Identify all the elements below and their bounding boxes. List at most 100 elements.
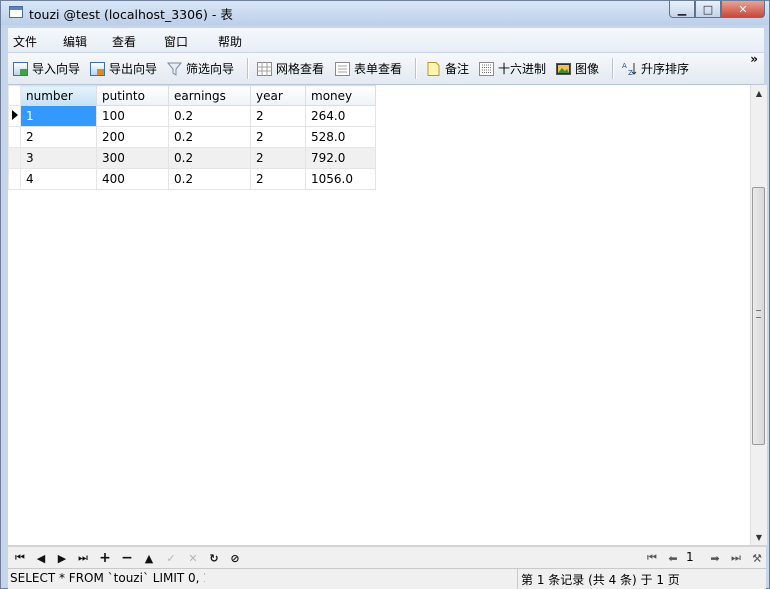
edit-record-icon[interactable]: ▲	[141, 550, 157, 566]
table-cell[interactable]: 200	[96, 126, 169, 148]
column-header-earnings[interactable]: earnings	[168, 85, 251, 106]
table-row[interactable]: 3 300 0.2 2 792.0	[8, 147, 376, 169]
data-table: number putinto earnings year money 1 100…	[8, 85, 376, 190]
row-indicator-header	[8, 85, 21, 106]
table-cell[interactable]: 0.2	[168, 105, 251, 127]
window-title: touzi @test (localhost_3306) - 表	[29, 7, 233, 22]
memo-button[interactable]: 备注	[426, 60, 469, 77]
table-cell[interactable]: 2	[20, 126, 97, 148]
stop-icon[interactable]: ⊘	[227, 550, 243, 566]
row-indicator	[8, 147, 21, 169]
toolbar-overflow-chevron-icon[interactable]: »	[750, 53, 758, 66]
form-view-label: 表单查看	[354, 62, 403, 76]
table-cell[interactable]: 0.2	[168, 126, 251, 148]
apply-changes-icon[interactable]: ✓	[163, 550, 179, 566]
vertical-scrollbar[interactable]: ▲ ▼	[750, 85, 767, 545]
next-record-icon[interactable]: ▶	[54, 550, 70, 566]
scrollbar-thumb[interactable]	[752, 187, 765, 445]
scroll-up-arrow-icon[interactable]: ▲	[751, 85, 767, 101]
filter-icon	[166, 62, 183, 76]
grid-view-button[interactable]: 网格查看	[257, 60, 324, 77]
import-wizard-label: 导入向导	[32, 62, 81, 76]
menu-view[interactable]: 查看	[112, 33, 136, 50]
table-row[interactable]: 1 100 0.2 2 264.0	[8, 105, 376, 127]
table-cell[interactable]: 4	[20, 168, 97, 190]
table-cell[interactable]: 1	[20, 105, 97, 127]
toolbar-separator	[247, 58, 249, 79]
maximize-button[interactable]: □	[695, 1, 721, 18]
settings-tools-icon[interactable]: ⚒	[749, 550, 765, 566]
add-record-icon[interactable]: +	[97, 550, 113, 566]
menu-file[interactable]: 文件	[13, 33, 37, 50]
table-cell[interactable]: 528.0	[305, 126, 376, 148]
table-cell[interactable]: 300	[96, 147, 169, 169]
grid-view-label: 网格查看	[276, 62, 325, 76]
table-cell[interactable]: 1056.0	[305, 168, 376, 190]
app-window: touzi @test (localhost_3306) - 表 ▁ □ ✕ 文…	[0, 0, 770, 589]
table-cell[interactable]: 0.2	[168, 147, 251, 169]
delete-record-icon[interactable]: −	[119, 550, 135, 566]
table-cell[interactable]: 3	[20, 147, 97, 169]
previous-page-icon[interactable]: ⬅	[665, 550, 681, 566]
scroll-down-arrow-icon[interactable]: ▼	[751, 529, 767, 545]
memo-label: 备注	[445, 62, 470, 76]
status-bar: SELECT * FROM `touzi` LIMIT 0, 1000 第 1 …	[8, 568, 766, 589]
table-row[interactable]: 4 400 0.2 2 1056.0	[8, 168, 376, 190]
data-grid[interactable]: number putinto earnings year money 1 100…	[8, 85, 750, 545]
export-icon	[90, 61, 105, 76]
menu-edit[interactable]: 编辑	[63, 33, 87, 50]
first-record-icon[interactable]: ⏮	[12, 550, 28, 566]
row-indicator	[8, 126, 21, 148]
export-wizard-button[interactable]: 导出向导	[90, 60, 157, 77]
column-header-putinto[interactable]: putinto	[96, 85, 169, 106]
refresh-icon[interactable]: ↻	[206, 550, 222, 566]
sort-ascending-icon: AZ	[622, 62, 637, 77]
image-button[interactable]: 图像	[556, 60, 599, 77]
menu-window[interactable]: 窗口	[164, 33, 188, 50]
grid-icon	[257, 61, 272, 76]
row-indicator	[8, 168, 21, 190]
table-cell[interactable]: 2	[250, 126, 306, 148]
next-page-icon[interactable]: ➡	[707, 550, 723, 566]
previous-record-icon[interactable]: ◀	[33, 550, 49, 566]
toolbar-separator	[612, 58, 614, 79]
sort-ascending-button[interactable]: AZ 升序排序	[622, 60, 689, 77]
title-bar[interactable]: touzi @test (localhost_3306) - 表 ▁ □ ✕	[1, 1, 769, 25]
column-header-money[interactable]: money	[305, 85, 376, 106]
last-page-icon[interactable]: ⏭	[728, 550, 744, 566]
table-cell[interactable]: 0.2	[168, 168, 251, 190]
table-row[interactable]: 2 200 0.2 2 528.0	[8, 126, 376, 148]
table-cell[interactable]: 100	[96, 105, 169, 127]
toolbar-separator	[415, 58, 417, 79]
column-header-number[interactable]: number	[20, 85, 97, 106]
memo-icon	[426, 61, 441, 76]
export-wizard-label: 导出向导	[109, 62, 158, 76]
window-controls: ▁ □ ✕	[669, 1, 765, 19]
form-view-button[interactable]: 表单查看	[335, 60, 402, 77]
table-cell[interactable]: 264.0	[305, 105, 376, 127]
filter-wizard-label: 筛选向导	[186, 62, 235, 76]
filter-wizard-button[interactable]: 筛选向导	[166, 60, 235, 77]
status-divider	[517, 569, 518, 589]
header-row: number putinto earnings year money	[8, 85, 376, 106]
last-record-icon[interactable]: ⏭	[75, 550, 91, 566]
menu-help[interactable]: 帮助	[218, 33, 242, 50]
table-cell[interactable]: 400	[96, 168, 169, 190]
hex-button[interactable]: 十六进制	[479, 60, 546, 77]
discard-changes-icon[interactable]: ✕	[185, 550, 201, 566]
table-cell[interactable]: 2	[250, 105, 306, 127]
image-label: 图像	[575, 62, 600, 76]
column-header-year[interactable]: year	[250, 85, 306, 106]
close-button[interactable]: ✕	[721, 1, 765, 18]
hex-label: 十六进制	[498, 62, 547, 76]
table-cell[interactable]: 792.0	[305, 147, 376, 169]
menu-bar: 文件 编辑 查看 窗口 帮助	[8, 28, 764, 53]
minimize-button[interactable]: ▁	[669, 1, 695, 18]
sort-ascending-label: 升序排序	[641, 62, 690, 76]
status-sql-query: SELECT * FROM `touzi` LIMIT 0, 1000	[10, 571, 205, 585]
form-icon	[335, 61, 350, 76]
import-wizard-button[interactable]: 导入向导	[13, 60, 80, 77]
first-page-icon[interactable]: ⏮	[644, 550, 660, 566]
table-cell[interactable]: 2	[250, 168, 306, 190]
table-cell[interactable]: 2	[250, 147, 306, 169]
